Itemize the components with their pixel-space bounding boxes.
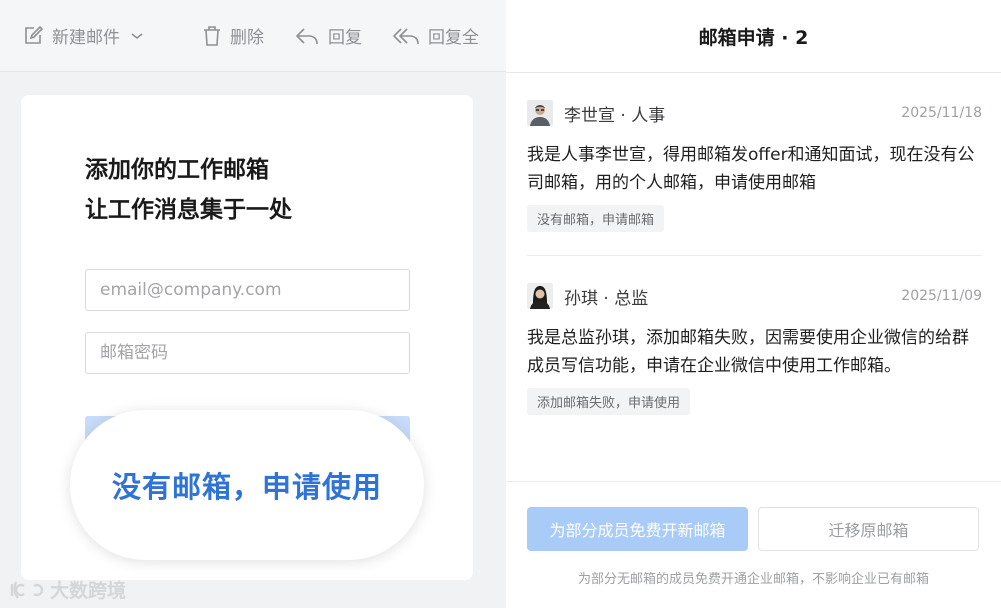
request-date: 2025/11/18 xyxy=(901,105,982,121)
chevron-down-icon[interactable] xyxy=(130,31,144,41)
migrate-mailbox-button[interactable]: 迁移原邮箱 xyxy=(758,507,979,551)
reply-all-icon xyxy=(392,27,419,44)
request-message: 我是总监孙琪，添加邮箱失败，因需要使用企业微信的给群成员写信功能，申请在企业微信… xyxy=(527,328,969,376)
request-header: 孙琪 · 总监 2025/11/09 xyxy=(527,283,982,309)
reply-label: 回复 xyxy=(328,28,362,48)
watermark-text: 大数跨境 xyxy=(50,580,127,602)
reply-icon xyxy=(295,27,318,44)
email-field[interactable] xyxy=(85,269,410,311)
apply-for-mailbox-link[interactable]: 没有邮箱，申请使用 xyxy=(70,410,424,560)
request-date: 2025/11/09 xyxy=(901,288,982,304)
reply-button[interactable]: 回复 xyxy=(294,23,362,48)
delete-button[interactable]: 删除 xyxy=(202,23,264,48)
footer-divider xyxy=(506,481,1001,482)
card-title-line-2: 让工作消息集于一处 xyxy=(85,197,292,223)
new-mail-button[interactable]: 新建邮件 xyxy=(22,23,144,48)
open-new-mailbox-button[interactable]: 为部分成员免费开新邮箱 xyxy=(527,507,748,551)
mail-toolbar: 新建邮件 删除 回复 回复全 xyxy=(0,0,506,72)
requester-name: 李世宣 · 人事 xyxy=(564,105,666,126)
new-mail-label: 新建邮件 xyxy=(52,28,120,48)
reply-all-label: 回复全 xyxy=(428,28,479,48)
watermark: 大数跨境 xyxy=(8,576,126,603)
avatar xyxy=(527,283,553,309)
request-tag: 添加邮箱失败，申请使用 xyxy=(527,388,691,415)
mail-client-pane: 新建邮件 删除 回复 回复全 添加你的工作邮箱 让工作消息集于一处 没有邮箱，申… xyxy=(0,0,506,608)
card-title-line-1: 添加你的工作邮箱 xyxy=(85,157,269,183)
mailbox-request-panel: 邮箱申请 · 2 李世宣 · 人事 2025/11/18 我是人事李世宣，得用邮… xyxy=(506,0,1001,608)
footer-note: 为部分无邮箱的成员免费开通企业邮箱，不影响企业已有邮箱 xyxy=(577,572,929,587)
request-tag: 没有邮箱，申请邮箱 xyxy=(527,205,665,232)
compose-icon xyxy=(25,25,44,44)
card-title: 添加你的工作邮箱 让工作消息集于一处 xyxy=(85,150,292,230)
request-item[interactable]: 孙琪 · 总监 2025/11/09 我是总监孙琪，添加邮箱失败，因需要使用企业… xyxy=(527,283,982,415)
request-item[interactable]: 李世宣 · 人事 2025/11/18 我是人事李世宣，得用邮箱发offer和通… xyxy=(527,100,982,232)
requester-name: 孙琪 · 总监 xyxy=(564,288,649,309)
reply-all-button[interactable]: 回复全 xyxy=(392,23,479,48)
trash-icon xyxy=(204,25,220,46)
delete-label: 删除 xyxy=(230,28,264,48)
watermark-logo-icon xyxy=(10,580,44,599)
request-divider xyxy=(527,255,982,256)
request-header: 李世宣 · 人事 2025/11/18 xyxy=(527,100,982,126)
request-message: 我是人事李世宣，得用邮箱发offer和通知面试，现在没有公司邮箱，用的个人邮箱，… xyxy=(527,145,975,193)
avatar xyxy=(527,100,553,126)
password-field[interactable] xyxy=(85,332,410,374)
panel-title: 邮箱申请 · 2 xyxy=(506,0,1001,73)
